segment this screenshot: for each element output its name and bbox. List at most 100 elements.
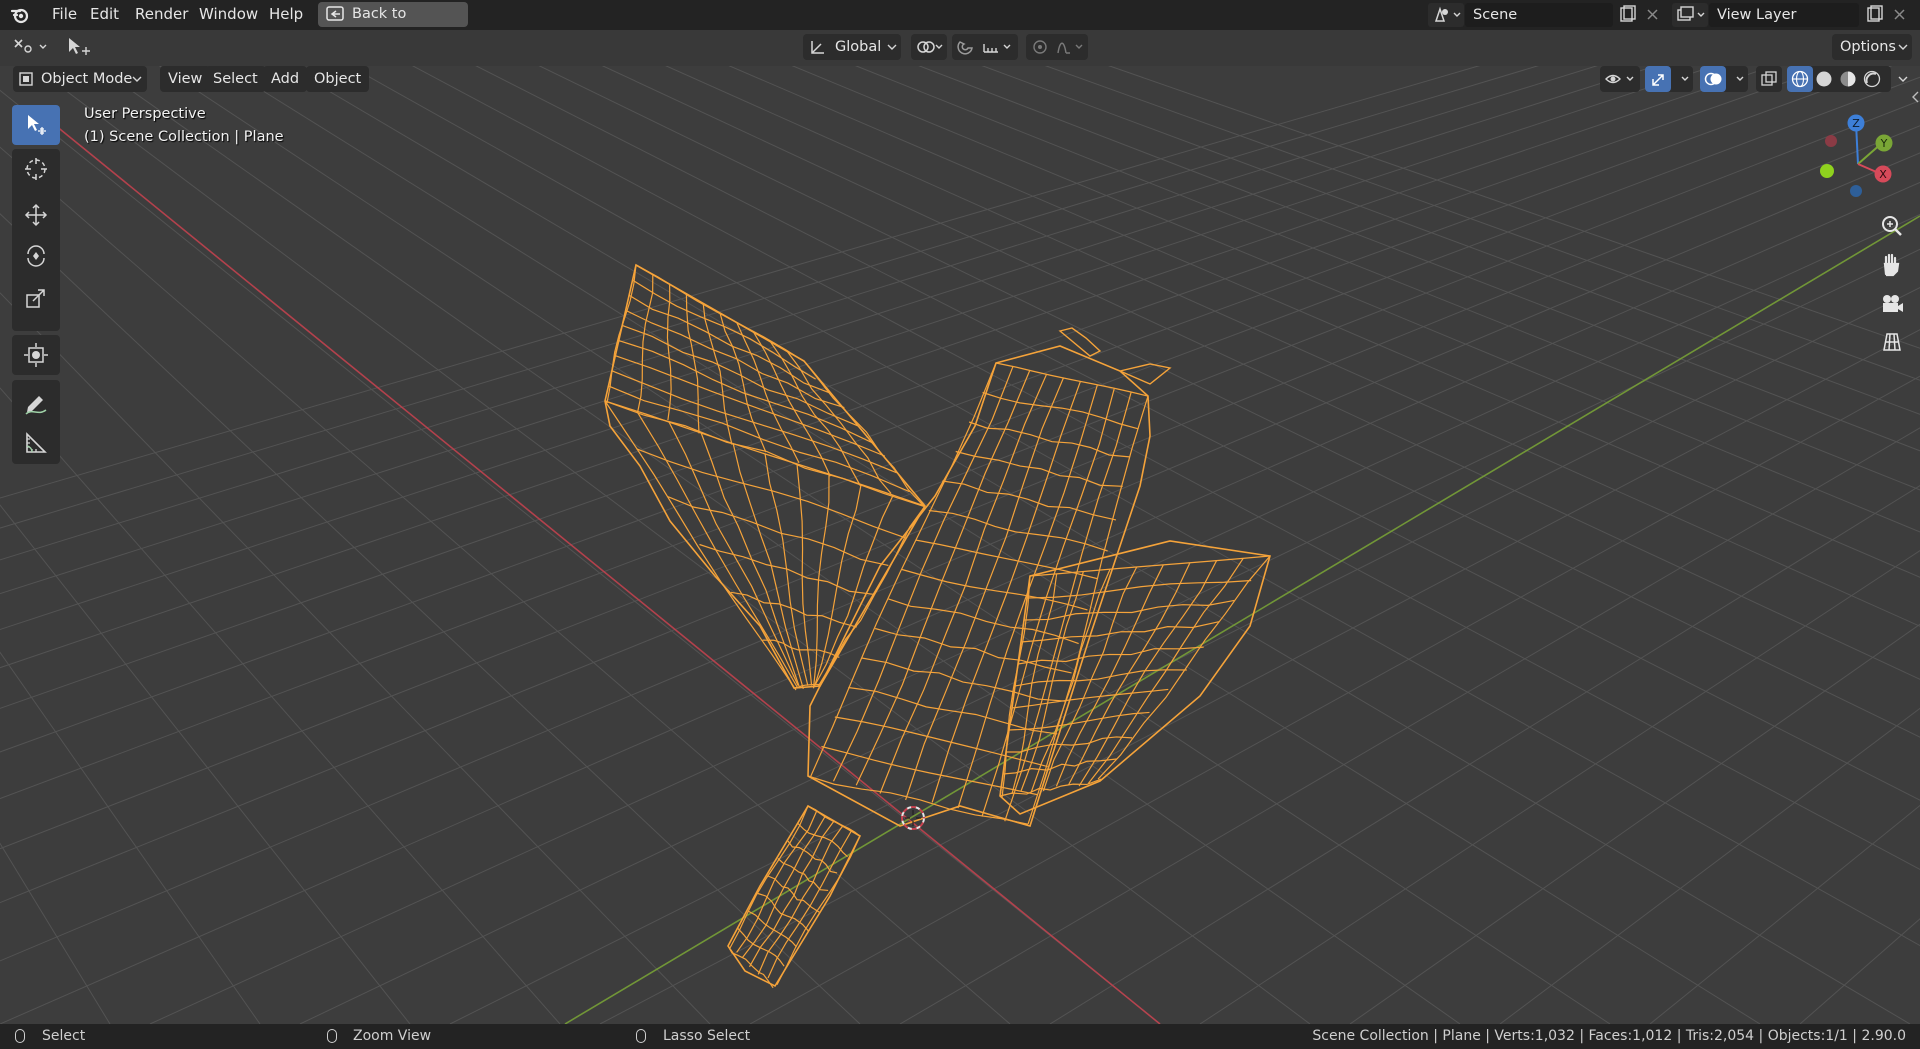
delete-scene-icon[interactable] [1640,3,1666,27]
snapping-group[interactable] [952,34,1018,60]
options-dropdown[interactable]: Options [1832,34,1912,60]
bird-wireframe-mesh[interactable] [604,263,1272,989]
orientation-axes-icon [811,41,824,54]
transform-icon [24,343,48,367]
magnet-snap-icon [957,41,973,55]
camera-view-icon[interactable] [1876,288,1908,320]
snap-increment-icon [983,44,1011,53]
viewport-menu-object[interactable]: Object [306,66,370,92]
measure-ruler-icon [26,432,47,453]
object-mode-label: Object Mode [41,71,133,87]
move-arrows-icon [24,203,48,227]
xray-toggle-button[interactable] [1756,66,1782,92]
pivot-link-icon [917,41,943,53]
zoom-view-icon[interactable] [1876,210,1908,242]
overlays-toggle-group[interactable] [1700,66,1748,92]
status-bar: Select Zoom View Lasso Select Scene Coll… [0,1024,1920,1049]
tool-measure[interactable] [12,423,60,463]
gizmo-toggle-group[interactable] [1645,66,1693,92]
sidebar-collapse-icon[interactable] [1911,90,1920,108]
back-screen-icon [326,6,344,21]
proportional-editing-group[interactable] [1026,34,1088,60]
floor-grid [0,0,1920,1025]
status-middle-action: Zoom View [353,1028,432,1044]
mouse-middle-icon [327,1029,337,1043]
shading-options-dropdown[interactable] [1893,66,1913,92]
viewport-menu-select[interactable]: Select [205,66,266,92]
viewport-scene[interactable]: Z Y X [0,0,1920,1025]
3d-viewport[interactable]: Z Y X User Perspective (1) Scene Collect… [0,0,1920,1025]
xray-icon [1761,71,1777,86]
rotate-icon [27,245,45,267]
gizmo-z-label: Z [1852,117,1860,130]
viewport-menu-view[interactable]: View [160,66,211,92]
y-axis-line [564,215,1920,1025]
editor-type-button[interactable] [10,35,50,59]
menu-edit[interactable]: Edit [81,0,128,30]
gizmo-arrows-icon [1652,74,1689,86]
back-to-previous-button[interactable]: Back to Previous [318,2,468,47]
chevron-down-icon [1898,76,1908,82]
solid-shading-icon[interactable] [1815,70,1833,88]
chevron-down-icon [887,44,897,50]
pan-hand-icon[interactable] [1876,249,1908,281]
mouse-left-icon [15,1029,25,1043]
new-view-layer-icon[interactable] [1861,3,1887,27]
overlays-icon [1704,72,1744,86]
rendered-shading-icon[interactable] [1863,70,1881,88]
menu-window[interactable]: Window [190,0,267,30]
chevron-down-icon [132,76,142,82]
tool-cursor[interactable] [12,149,60,189]
blender-logo-icon[interactable] [10,5,30,25]
options-label: Options [1840,39,1896,55]
view-name-label: User Perspective [84,106,206,122]
annotate-pencil-icon [25,396,47,415]
transform-orientation-dropdown[interactable]: Global [803,34,901,60]
cursor-icon [25,158,47,180]
tool-header: Global Options [0,30,1920,65]
new-scene-icon[interactable] [1614,3,1640,27]
tool-scale[interactable] [12,278,60,318]
menu-file[interactable]: File [43,0,86,30]
material-preview-shading-icon[interactable] [1839,70,1857,88]
x-axis-line [49,120,1161,1025]
tool-select-box[interactable] [12,105,60,145]
viewport-editor-icon [14,39,47,53]
status-left-action: Select [42,1028,86,1044]
view-layer-name-field[interactable]: View Layer [1709,3,1859,27]
view-layer-browse-button[interactable] [1672,3,1708,27]
wireframe-shading-icon[interactable] [1791,70,1809,88]
menu-help[interactable]: Help [260,0,312,30]
view-layer-icon [1677,6,1705,21]
3d-cursor-icon[interactable] [901,806,925,830]
gizmo-y-label: Y [1880,137,1888,150]
perspective-toggle-icon[interactable] [1876,326,1908,358]
select-mode-icon[interactable] [64,35,94,59]
select-box-icon [28,115,46,135]
proportional-editing-icon [1033,40,1083,54]
status-right-action: Lasso Select [663,1028,751,1044]
chevron-down-icon [1898,44,1908,50]
menu-render[interactable]: Render [126,0,197,30]
delete-view-layer-icon[interactable] [1887,3,1913,27]
viewport-menu-add[interactable]: Add [263,66,308,92]
scene-browse-button[interactable] [1428,3,1464,27]
object-mode-dropdown[interactable]: Object Mode [13,66,147,92]
transform-orientation-label: Global [835,39,882,55]
mouse-right-icon [636,1029,646,1043]
top-menubar: File Edit Render Window Help Back to Pre… [0,0,1920,47]
collection-info-label: (1) Scene Collection | Plane [84,129,284,145]
scale-icon [26,289,45,308]
object-visibility-dropdown[interactable] [1600,66,1640,92]
navigation-gizmo[interactable]: Z Y X [1820,114,1893,198]
shading-mode-group[interactable] [1787,66,1891,92]
scene-statistics: Scene Collection | Plane | Verts:1,032 |… [1312,1028,1906,1044]
tool-rotate[interactable] [12,236,60,276]
pivot-point-dropdown[interactable] [911,34,947,60]
tool-annotate[interactable] [12,383,60,423]
gizmo-x-label: X [1879,168,1887,181]
scene-name-field[interactable]: Scene [1465,3,1613,27]
scene-icon [1434,6,1461,22]
tool-move[interactable] [12,195,60,235]
tool-transform[interactable] [12,335,60,375]
